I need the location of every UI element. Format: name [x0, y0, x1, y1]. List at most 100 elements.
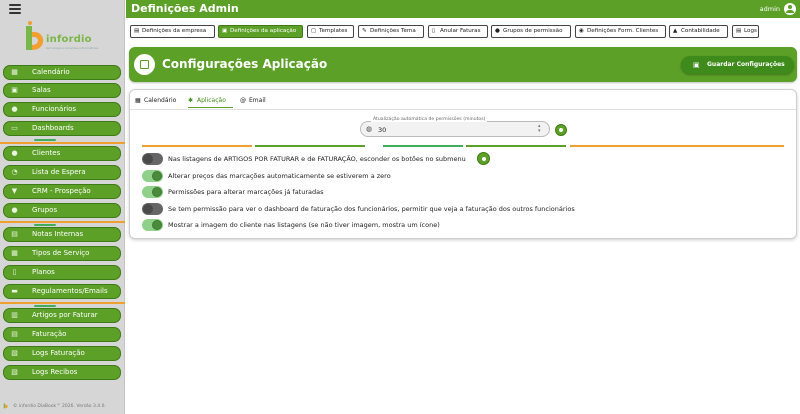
invoice-icon: ▤ — [11, 330, 18, 338]
app-icon: ▣ — [222, 28, 228, 34]
sidebar-item-label: Dashboards — [32, 124, 74, 132]
tab-definicoes-empresa[interactable]: ▤ Definições da empresa — [130, 25, 215, 38]
sidebar-item-planos[interactable]: ▯ Planos — [3, 265, 121, 280]
sidebar-item-calendario[interactable]: ▦ Calendário — [3, 65, 121, 80]
tab-definicoes-tema[interactable]: ✎ Definições Tema — [358, 25, 424, 38]
form-icon: ◉ — [579, 28, 584, 34]
floppy-disk-icon: ▣ — [693, 61, 700, 69]
sidebar-item-clientes[interactable]: ● Clientes — [3, 146, 121, 161]
permissions-refresh-input[interactable] — [378, 125, 518, 134]
page-title: Definições Admin — [131, 2, 239, 15]
setting-label: Mostrar a imagem do cliente nas listagen… — [168, 221, 440, 229]
hide-submenu-buttons-toggle[interactable] — [142, 153, 163, 165]
section-divider — [0, 302, 125, 304]
user-avatar-icon[interactable] — [784, 3, 796, 15]
subtab-label: Email — [249, 97, 266, 104]
setting-label: Se tem permissão para ver o dashboard de… — [168, 205, 575, 213]
receipt-icon: ▧ — [11, 368, 18, 376]
sidebar-item-tipos-servico[interactable]: ▦ Tipos de Serviço — [3, 246, 121, 261]
subtab-label: Aplicação — [197, 97, 226, 104]
setting-label: Nas listagens de ARTIGOS POR FATURAR e d… — [168, 155, 466, 163]
tab-label: Definições da empresa — [142, 28, 207, 34]
sidebar: infordio tecnologia e soluções informáti… — [0, 0, 125, 414]
tab-label: Anular Faturas — [440, 28, 481, 34]
info-icon[interactable] — [477, 152, 490, 165]
sidebar-item-lista-espera[interactable]: ◔ Lista de Espera — [3, 165, 121, 180]
funnel-icon: ▼ — [11, 187, 18, 195]
auto-price-toggle[interactable] — [142, 170, 163, 182]
tab-label: Contabilidade — [681, 28, 720, 34]
tab-label: Logs — [744, 28, 757, 34]
note-icon: ▤ — [11, 230, 18, 238]
briefcase-icon: ▬ — [11, 287, 18, 295]
tab-definicoes-form-clientes[interactable]: ◉ Definições Form. Clientes — [575, 25, 666, 38]
theme-icon: ✎ — [362, 28, 367, 34]
accent-line — [255, 145, 365, 147]
section-divider — [34, 305, 56, 307]
edit-invoiced-bookings-toggle[interactable] — [142, 186, 163, 198]
sidebar-item-label: Calendário — [32, 68, 70, 76]
sidebar-item-logs-faturacao[interactable]: ▧ Logs Faturação — [3, 346, 121, 361]
sidebar-item-faturacao[interactable]: ▤ Faturação — [3, 327, 121, 342]
section-title: Configurações Aplicação — [162, 57, 328, 71]
tab-label: Templates — [319, 28, 348, 34]
permissions-refresh-field: Atualização automática de permissões (mi… — [360, 117, 550, 137]
template-icon: ▢ — [311, 28, 317, 34]
tab-definicoes-aplicacao[interactable]: ▣ Definições da aplicação — [218, 25, 303, 38]
sidebar-item-salas[interactable]: ▣ Salas — [3, 83, 121, 98]
tab-anular-faturas[interactable]: ▯ Anular Faturas — [428, 25, 488, 38]
calendar-icon: ▦ — [135, 97, 141, 104]
footer-logo-icon — [3, 403, 8, 409]
view-others-billing-toggle[interactable] — [142, 203, 163, 215]
accent-line — [142, 145, 252, 147]
clock-icon: ◔ — [11, 168, 18, 176]
sidebar-item-label: CRM - Prospeção — [32, 187, 91, 195]
log-icon: ▧ — [11, 349, 18, 357]
subtab-email[interactable]: @ Email — [240, 94, 275, 108]
building-icon: ▤ — [134, 28, 140, 34]
settings-tabs: ▤ Definições da empresa ▣ Definições da ap… — [126, 22, 800, 40]
subtab-calendario[interactable]: ▦ Calendário — [135, 94, 180, 108]
sidebar-item-crm[interactable]: ▼ CRM - Prospeção — [3, 184, 121, 199]
save-settings-button[interactable]: ▣ Guardar Configurações — [681, 56, 794, 74]
footer: © infordio DiaBook™ 2026. Versão 3.4.0. — [3, 402, 106, 409]
permissions-refresh-label: Atualização automática de permissões (mi… — [371, 117, 488, 122]
door-icon: ▣ — [11, 86, 18, 94]
info-icon[interactable] — [555, 124, 567, 136]
subtab-aplicacao[interactable]: ✱ Aplicação — [188, 94, 233, 108]
logo-subtitle: tecnologia e soluções informáticas — [46, 46, 99, 50]
gear-icon: ✱ — [188, 97, 194, 104]
menu-toggle-icon[interactable] — [9, 4, 21, 14]
user-name[interactable]: admin — [760, 5, 780, 13]
tab-contabilidade[interactable]: ▲ Contabilidade — [669, 25, 728, 38]
sidebar-item-artigos-faturar[interactable]: ▥ Artigos por Faturar — [3, 308, 121, 323]
subtab-label: Calendário — [144, 97, 177, 104]
sidebar-item-regulamentos[interactable]: ▬ Regulamentos/Emails — [3, 284, 121, 299]
tab-grupos-permissao[interactable]: ● Grupos de permissão — [491, 25, 571, 38]
setting-label: Alterar preços das marcações automaticam… — [168, 172, 391, 180]
show-client-image-toggle[interactable] — [142, 219, 163, 231]
sidebar-item-notas-internas[interactable]: ▤ Notas Internas — [3, 227, 121, 242]
settings-panel: ▦ Calendário ✱ Aplicação @ Email Atualizaçã… — [129, 89, 797, 239]
sidebar-item-label: Regulamentos/Emails — [32, 287, 108, 295]
number-stepper-icon[interactable]: ▴ ▾ — [538, 124, 541, 134]
tab-label: Definições Form. Clientes — [587, 28, 659, 34]
sidebar-item-funcionarios[interactable]: ● Funcionários — [3, 102, 121, 117]
sidebar-item-logs-recibos[interactable]: ▧ Logs Recibos — [3, 365, 121, 380]
sidebar-item-label: Funcionários — [32, 105, 77, 113]
sidebar-item-label: Logs Recibos — [32, 368, 78, 376]
globe-icon: ◍ — [366, 125, 373, 133]
sidebar-item-dashboards[interactable]: ▭ Dashboards — [3, 121, 121, 136]
tab-divider — [130, 109, 796, 110]
section-header: Configurações Aplicação ▣ Guardar Config… — [129, 47, 797, 82]
tab-label: Definições da aplicação — [230, 28, 297, 34]
save-button-label: Guardar Configurações — [707, 61, 785, 68]
tab-templates[interactable]: ▢ Templates — [307, 25, 354, 38]
sidebar-item-label: Planos — [32, 268, 55, 276]
monitor-icon: ▭ — [11, 124, 18, 132]
section-divider — [34, 139, 56, 141]
calendar-icon: ▦ — [11, 68, 18, 76]
tab-logs[interactable]: ▤ Logs — [732, 25, 759, 38]
sidebar-item-grupos[interactable]: ● Grupos — [3, 203, 121, 218]
sidebar-item-label: Lista de Espera — [32, 168, 86, 176]
